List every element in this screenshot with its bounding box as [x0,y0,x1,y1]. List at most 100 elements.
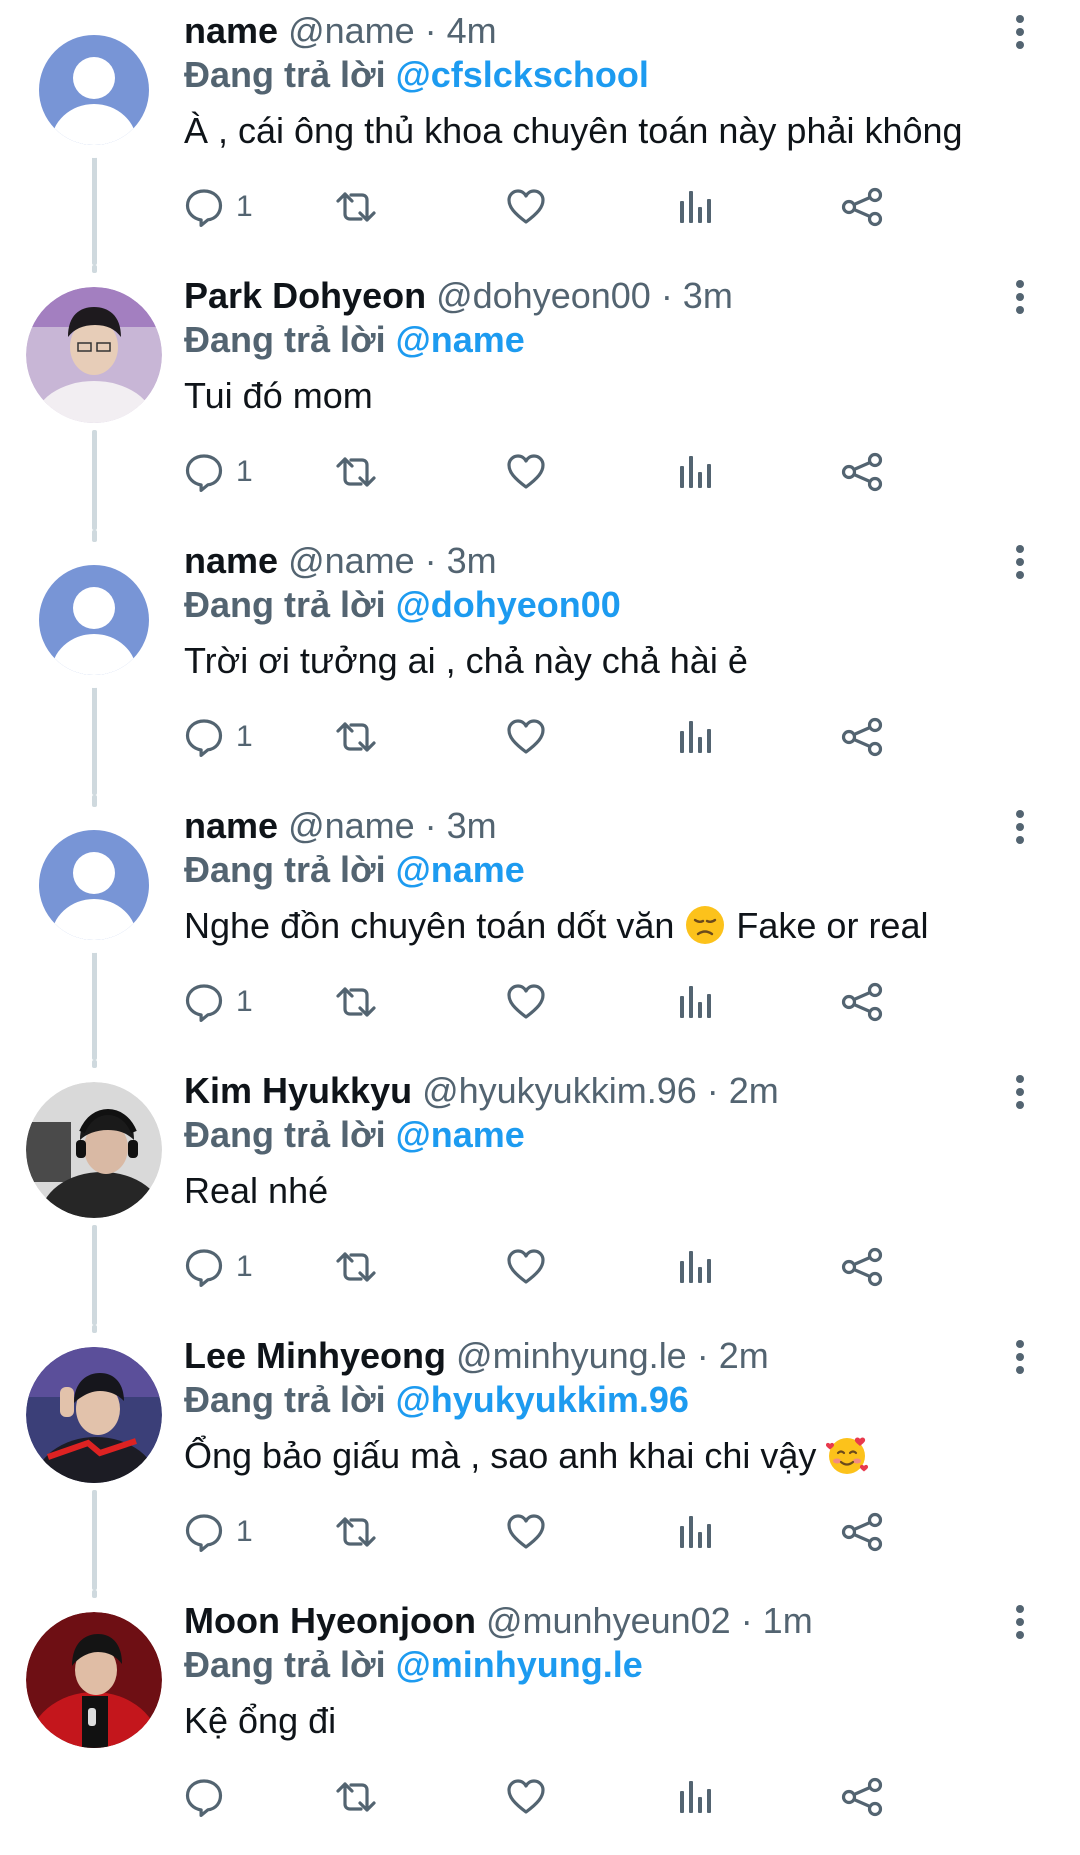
replying-to: Đang trả lời @cfslckschool [184,52,649,98]
handle-and-time: @munhyeun02 · 1m [485,1600,813,1641]
analytics-button[interactable] [676,447,716,497]
like-button[interactable] [506,182,546,232]
replying-to-link[interactable]: @name [396,1114,525,1155]
analytics-button[interactable] [676,977,716,1027]
share-button[interactable] [840,1242,884,1292]
reply-button[interactable]: 1 [184,1507,253,1557]
reply-button[interactable]: 1 [184,182,253,232]
default-avatar-icon[interactable] [26,817,162,953]
tweet-text: Trời ơi tưởng ai , chả này chả hài ẻ [184,638,1040,684]
more-options-icon[interactable] [1000,12,1040,52]
like-button[interactable] [506,447,546,497]
retweet-button[interactable] [334,1772,378,1822]
handle-and-time: @dohyeon00 · 3m [436,275,733,316]
more-options-icon[interactable] [1000,1602,1040,1642]
reply-button[interactable]: 1 [184,712,253,762]
retweet-button[interactable] [334,182,378,232]
retweet-button[interactable] [334,1507,378,1557]
share-button[interactable] [840,712,884,762]
like-button[interactable] [506,1772,546,1822]
more-options-icon[interactable] [1000,542,1040,582]
avatar[interactable] [26,1082,162,1218]
analytics-button[interactable] [676,1242,716,1292]
smiling-face-with-hearts-emoji [826,1434,870,1487]
display-name[interactable]: name [184,540,278,581]
retweet-button[interactable] [334,1242,378,1292]
tweet-actions: 1 [184,182,1024,232]
analytics-button[interactable] [676,1772,716,1822]
like-button[interactable] [506,977,546,1027]
reply-button[interactable]: 1 [184,977,253,1027]
display-name[interactable]: Moon Hyeonjoon [184,1600,476,1641]
display-name[interactable]: Park Dohyeon [184,275,426,316]
replying-to-link[interactable]: @name [396,849,525,890]
reply-button[interactable]: 1 [184,1242,253,1292]
tweet[interactable]: Lee Minhyeong @minhyung.le · 2m Đang trả… [0,1325,1080,1590]
thread-connector-line [92,530,97,542]
share-button[interactable] [840,1772,884,1822]
replying-to-link[interactable]: @dohyeon00 [396,584,621,625]
more-options-icon[interactable] [1000,1072,1040,1112]
retweet-button[interactable] [334,977,378,1027]
replying-to-link[interactable]: @name [396,319,525,360]
display-name[interactable]: Lee Minhyeong [184,1335,446,1376]
replying-to-label: Đang trả lời [184,849,386,890]
analytics-button[interactable] [676,1507,716,1557]
share-button[interactable] [840,182,884,232]
more-options-icon[interactable] [1000,277,1040,317]
tweet[interactable]: Moon Hyeonjoon @munhyeun02 · 1m Đang trả… [0,1590,1080,1855]
avatar[interactable] [26,1347,162,1483]
tweet-text-body: Ổng bảo giấu mà , sao anh khai chi vậy [184,1435,827,1476]
share-icon [841,187,883,227]
thread-connector-line [92,1225,97,1325]
analytics-button[interactable] [676,712,716,762]
more-options-icon[interactable] [1000,1337,1040,1377]
retweet-icon [336,192,376,222]
default-avatar-icon[interactable] [26,22,162,158]
share-button[interactable] [840,977,884,1027]
replying-to-link[interactable]: @cfslckschool [396,54,649,95]
analytics-button[interactable] [676,182,716,232]
default-avatar-icon[interactable] [26,552,162,688]
tweet[interactable]: Kim Hyukkyu @hyukyukkim.96 · 2m Đang trả… [0,1060,1080,1325]
display-name[interactable]: name [184,805,278,846]
tweet-header: name @name · 4m [184,8,1000,54]
tweet-text: Kệ ổng đi [184,1698,1040,1744]
avatar[interactable] [26,1612,162,1748]
replying-to-label: Đang trả lời [184,584,386,625]
tweet-text: Real nhé [184,1168,1040,1214]
like-button[interactable] [506,712,546,762]
tweet-header: name @name · 3m [184,803,1000,849]
tweet[interactable]: name @name · 4m Đang trả lời @cfslckscho… [0,0,1080,265]
tweet[interactable]: name @name · 3m Đang trả lời @dohyeon00 … [0,530,1080,795]
like-icon [507,984,545,1019]
share-icon [841,982,883,1022]
share-button[interactable] [840,1507,884,1557]
replying-to-link[interactable]: @minhyung.le [396,1644,643,1685]
replying-to-link[interactable]: @hyukyukkim.96 [396,1379,689,1420]
reply-button[interactable]: 1 [184,447,253,497]
thread-connector-line [92,430,97,530]
tweet-text: Nghe đồn chuyên toán dốt văn Fake or rea… [184,903,1040,957]
retweet-button[interactable] [334,712,378,762]
display-name[interactable]: Kim Hyukkyu [184,1070,412,1111]
analytics-icon [680,1251,711,1283]
like-icon [507,189,545,224]
retweet-icon [336,987,376,1017]
display-name[interactable]: name [184,10,278,51]
reply-button[interactable] [184,1772,236,1822]
thread-connector-line [92,945,97,1060]
like-button[interactable] [506,1507,546,1557]
avatar[interactable] [26,287,162,423]
tweet[interactable]: Park Dohyeon @dohyeon00 · 3m Đang trả lờ… [0,265,1080,530]
tweet-text-tail: Fake or real [726,905,929,946]
tweet[interactable]: name @name · 3m Đang trả lời @name Nghe … [0,795,1080,1060]
replying-to-label: Đang trả lời [184,54,386,95]
more-options-icon[interactable] [1000,807,1040,847]
tweet-text-body: Trời ơi tưởng ai , chả này chả hài ẻ [184,640,748,681]
retweet-button[interactable] [334,447,378,497]
share-button[interactable] [840,447,884,497]
like-icon [507,1514,545,1549]
retweet-icon [336,1517,376,1547]
like-button[interactable] [506,1242,546,1292]
